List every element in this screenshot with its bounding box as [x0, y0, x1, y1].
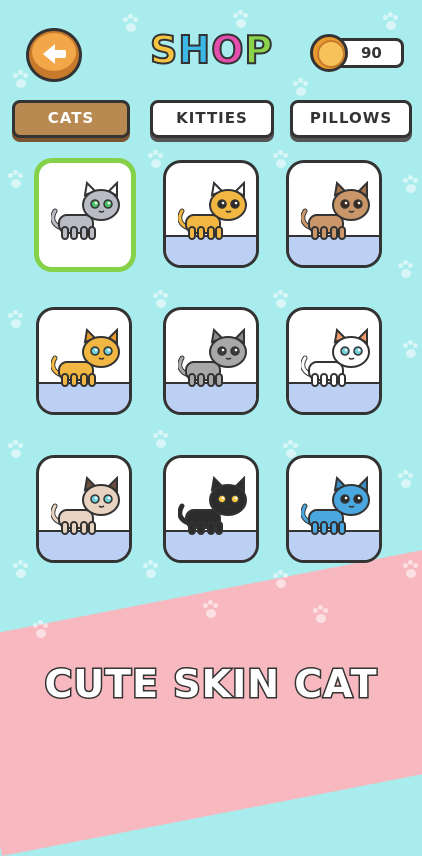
cat-icon: [301, 181, 370, 240]
paw-print-icon: [150, 430, 172, 452]
cat-icon: [301, 328, 370, 387]
cat-icon: [301, 476, 370, 535]
paw-print-icon: [200, 600, 222, 622]
cat-card[interactable]: [286, 307, 382, 415]
paw-print-icon: [400, 340, 422, 362]
paw-print-icon: [270, 290, 292, 312]
paw-print-icon: [30, 620, 52, 642]
paw-print-icon: [310, 605, 332, 627]
tab-kitties[interactable]: KITTIES: [150, 100, 274, 138]
cat-icon: [178, 476, 247, 535]
cat-icon: [178, 181, 247, 240]
back-button[interactable]: [26, 28, 82, 82]
cat-card[interactable]: [286, 455, 382, 563]
cat-card[interactable]: [36, 307, 132, 415]
cat-card[interactable]: [34, 158, 136, 272]
page-title: SHOP: [149, 27, 280, 80]
coin-icon: [310, 34, 348, 72]
paw-print-icon: [380, 12, 402, 34]
paw-print-icon: [10, 560, 32, 582]
title-letter: H: [177, 27, 212, 73]
tab-pillows[interactable]: PILLOWS: [290, 100, 412, 138]
title-letter: O: [210, 27, 245, 73]
paw-print-icon: [290, 78, 312, 100]
paw-print-icon: [270, 570, 292, 592]
paw-print-icon: [140, 560, 162, 582]
title-letter: P: [244, 27, 274, 73]
paw-print-icon: [5, 440, 27, 462]
paw-print-icon: [10, 70, 32, 92]
caption: CUTE SKIN CAT: [43, 661, 378, 708]
cat-card[interactable]: [286, 160, 382, 268]
paw-print-icon: [145, 150, 167, 172]
title-letter: S: [149, 27, 179, 73]
paw-print-icon: [395, 260, 417, 282]
back-arrow-shaft: [53, 50, 66, 58]
cat-icon: [51, 476, 120, 535]
cat-icon: [178, 328, 247, 387]
paw-print-icon: [5, 310, 27, 332]
cat-icon: [51, 328, 120, 387]
cat-card[interactable]: [163, 160, 259, 268]
paw-print-icon: [120, 14, 142, 36]
paw-print-icon: [400, 560, 422, 582]
coin-balance: 90: [361, 44, 382, 62]
paw-print-icon: [150, 290, 172, 312]
cat-card[interactable]: [163, 455, 259, 563]
cat-card[interactable]: [36, 455, 132, 563]
tab-cats[interactable]: CATS: [12, 100, 130, 138]
paw-print-icon: [400, 175, 422, 197]
paw-print-icon: [5, 170, 27, 192]
cat-icon: [51, 181, 120, 240]
paw-print-icon: [395, 470, 417, 492]
cat-card[interactable]: [163, 307, 259, 415]
